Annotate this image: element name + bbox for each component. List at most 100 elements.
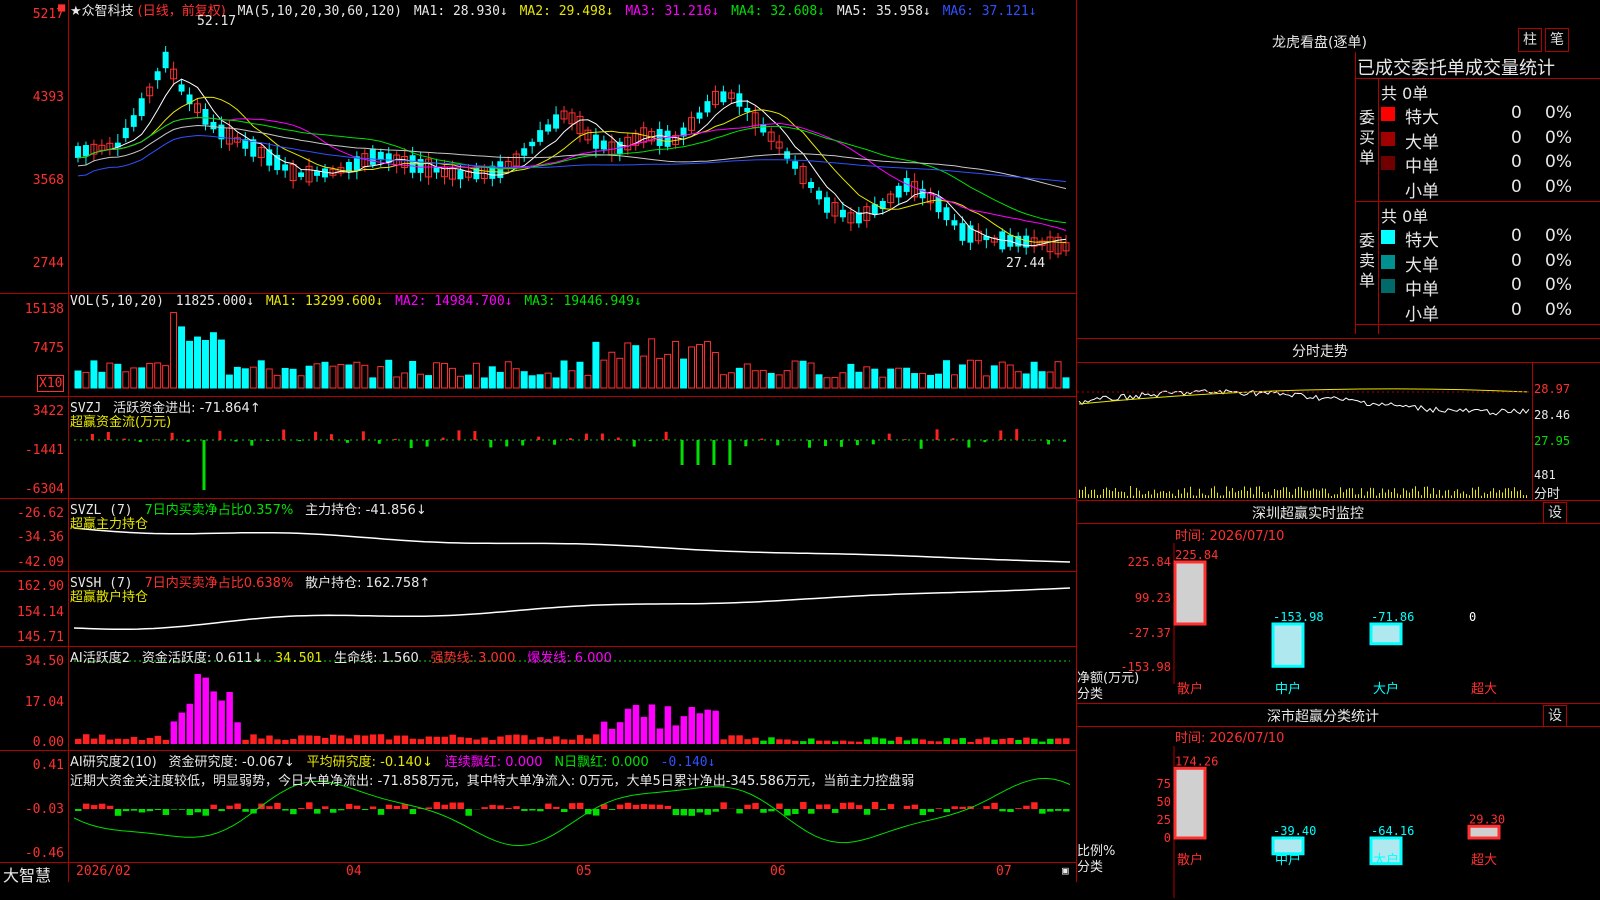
intraday-axis-label: 28.46 xyxy=(1534,408,1571,422)
activity-bar xyxy=(847,741,855,744)
intraday-vol-bar xyxy=(1247,490,1248,498)
intraday-chart[interactable] xyxy=(1077,362,1532,500)
intraday-vol-bar xyxy=(1109,490,1110,498)
intraday-vol-bar xyxy=(1436,494,1437,498)
activity-bar xyxy=(505,735,512,744)
research-bar xyxy=(951,806,958,809)
volume-bar xyxy=(225,374,233,389)
flow-bar xyxy=(871,440,875,445)
volume-bar xyxy=(903,367,911,389)
research-bar xyxy=(242,809,249,812)
volume-bar xyxy=(401,372,409,389)
bar-value-label: 174.26 xyxy=(1175,754,1218,768)
intraday-vol-bar xyxy=(1133,495,1134,498)
volume-bar xyxy=(911,373,919,389)
category-label: 散户 xyxy=(1177,852,1203,868)
volume-bar xyxy=(154,362,162,389)
candle xyxy=(895,185,902,198)
volume-bar xyxy=(528,375,536,389)
research-bar xyxy=(505,807,512,809)
category-bar xyxy=(1467,824,1501,840)
main-chart-area[interactable]: 5217 4393 3568 2744 ■ ★众智科技 (日线，前复权) MA(5… xyxy=(0,0,1077,885)
intraday-vol-bar xyxy=(1220,495,1221,498)
volume-bar xyxy=(895,367,903,389)
activity-bar xyxy=(521,735,528,744)
svsh-axis-label: 162.90 xyxy=(17,579,64,594)
ai-research-v3: 连续飘红: 0.000 xyxy=(444,755,543,770)
research-bar xyxy=(122,809,130,812)
research-bar xyxy=(784,809,791,816)
research-bar xyxy=(202,809,209,816)
volume-bar xyxy=(672,340,680,389)
intraday-vol-bar xyxy=(1430,493,1431,498)
activity-bar xyxy=(760,740,767,744)
category-bar xyxy=(1271,836,1305,856)
intraday-vol-bar xyxy=(1490,491,1491,498)
intraday-vol-bar xyxy=(1517,491,1518,498)
svzj-axis-label: -6304 xyxy=(24,482,64,497)
classify-settings-button[interactable]: 设 xyxy=(1543,705,1567,727)
activity-bar xyxy=(680,716,688,744)
flow-bar xyxy=(744,440,748,447)
ai-research-v5: -0.140↓ xyxy=(660,755,716,770)
monitor-settings-button[interactable]: 设 xyxy=(1543,502,1567,524)
tick-mode-button[interactable]: 笔 xyxy=(1545,28,1569,52)
flow-bar xyxy=(696,440,700,465)
intraday-vol-bar xyxy=(1193,495,1194,498)
intraday-vol-bar xyxy=(1514,487,1515,498)
svzl-ratio: 7日内买卖净占比0.357% xyxy=(144,503,294,518)
research-bar xyxy=(337,809,345,811)
svzj-sub: 超赢资金流(万元) xyxy=(70,415,172,430)
activity-bar xyxy=(106,739,114,744)
intraday-vol-bar xyxy=(1418,491,1419,498)
flow-bar xyxy=(425,440,429,447)
ai-research-comment: 近期大资金关注度较低，明显弱势，今日大单净流出: -71.858万元，其中特大单… xyxy=(70,774,915,789)
activity-bar xyxy=(983,737,990,744)
bar-value-label: 225.84 xyxy=(1175,548,1218,562)
intraday-vol-bar xyxy=(1256,486,1257,498)
activity-bar xyxy=(401,735,409,744)
volume-bar xyxy=(871,368,879,389)
research-bar xyxy=(991,802,998,809)
classify-chart: 75 50 25 0 174.26 散户 -39.40 中户 -64.16 大户 29.30 超大 xyxy=(1157,746,1505,898)
intraday-vol-bar xyxy=(1265,494,1266,498)
research-bar xyxy=(1007,809,1014,812)
candle xyxy=(736,93,743,107)
candle xyxy=(545,124,552,132)
volume-bar xyxy=(393,376,401,389)
research-bar xyxy=(457,802,464,809)
activity-bar xyxy=(816,740,823,744)
research-bar xyxy=(178,809,186,810)
activity-bar xyxy=(130,736,138,744)
volume-bar xyxy=(552,377,560,389)
volume-bar xyxy=(799,360,807,389)
activity-bar xyxy=(433,736,441,744)
vol-axis-label: 15138 xyxy=(24,302,64,317)
order-pct: 0% xyxy=(1545,275,1572,295)
bar-mode-button[interactable]: 柱 xyxy=(1518,28,1542,52)
order-value: 0 xyxy=(1511,152,1522,172)
research-bar xyxy=(616,804,624,809)
flow-bar xyxy=(1015,429,1019,440)
vol-axis-label: 7475 xyxy=(32,341,64,356)
research-bar xyxy=(800,802,807,809)
research-bar xyxy=(1023,805,1030,809)
volume-bar xyxy=(472,362,480,389)
intraday-vol-bar xyxy=(1223,495,1224,498)
research-bar xyxy=(425,807,433,809)
volume-bar xyxy=(496,371,504,389)
flow-bar xyxy=(314,431,318,440)
activity-bar xyxy=(640,716,648,744)
intraday-vol-value: 481 xyxy=(1534,468,1556,482)
candle xyxy=(282,164,289,171)
lock-icon[interactable]: ▣ xyxy=(1062,864,1069,877)
intraday-axis-label: 28.97 xyxy=(1534,382,1571,396)
activity-bar xyxy=(194,674,201,744)
kline-chart[interactable] xyxy=(0,0,1077,882)
flow-bar xyxy=(1031,440,1035,441)
activity-bar xyxy=(584,738,592,744)
research-bar xyxy=(154,809,162,811)
flow-bar xyxy=(505,440,509,447)
candle xyxy=(704,101,711,113)
volume-bar xyxy=(504,361,512,389)
